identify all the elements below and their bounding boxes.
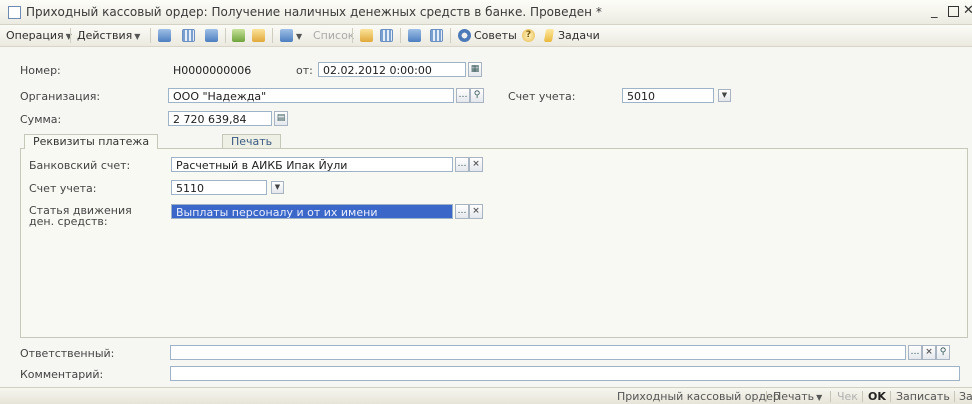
tips-icon	[458, 29, 471, 42]
account-label: Счет учета:	[508, 90, 576, 103]
post-document-icon[interactable]	[158, 29, 171, 42]
bank-account-label: Банковский счет:	[29, 159, 131, 172]
comment-field[interactable]	[170, 366, 960, 381]
number-field[interactable]: Н0000000006	[168, 62, 290, 77]
tab-payment-details[interactable]: Реквизиты платежа	[24, 134, 159, 149]
list-icon[interactable]	[430, 29, 443, 42]
operations-menu[interactable]: Операция ▼	[6, 29, 72, 42]
command-bar: Приходный кассовый ордер Печать ▼ Чек OK …	[0, 387, 972, 404]
close-button[interactable]: Закрыть	[959, 390, 972, 403]
go-icon[interactable]	[280, 29, 293, 42]
select-bank-account-button[interactable]: …	[455, 157, 469, 172]
select-cashflow-button[interactable]: …	[455, 204, 469, 219]
organization-label: Организация:	[20, 90, 101, 103]
account-field[interactable]: 5010	[622, 88, 714, 103]
open-organization-icon[interactable]: ⚲	[470, 88, 484, 103]
select-organization-button[interactable]: …	[456, 88, 470, 103]
form-settings-icon[interactable]	[408, 29, 421, 42]
check-button[interactable]: Чек	[837, 390, 858, 403]
clear-bank-account-icon[interactable]: ×	[469, 157, 483, 172]
select-responsible-button[interactable]: …	[908, 345, 922, 360]
bank-account-field[interactable]: Расчетный в АИКБ Ипак Йули	[171, 157, 453, 172]
movements-icon[interactable]	[182, 29, 195, 42]
tasks-icon	[543, 29, 555, 42]
date-field[interactable]: 02.02.2012 0:00:00	[318, 62, 466, 77]
sum-label: Сумма:	[20, 113, 62, 126]
toolbar: Операция ▼ Действия ▼ ▼ Список Советы ? За…	[0, 25, 972, 47]
actions-menu[interactable]: Действия ▼	[77, 29, 140, 42]
copy-icon[interactable]	[205, 29, 218, 42]
close-icon[interactable]: ✕	[963, 3, 972, 18]
title-bar: Приходный кассовый ордер: Получение нали…	[0, 0, 972, 25]
clear-responsible-icon[interactable]: ×	[922, 345, 936, 360]
structure-icon[interactable]	[232, 29, 245, 42]
tab-panel-payment-details: Банковский счет: Расчетный в АИКБ Ипак Й…	[20, 148, 968, 338]
responsible-field[interactable]	[170, 345, 906, 360]
sum-field[interactable]: 2 720 639,84	[168, 111, 272, 126]
open-responsible-icon[interactable]: ⚲	[936, 345, 950, 360]
print-menu-button[interactable]: Печать ▼	[773, 390, 822, 403]
document-window: Приходный кассовый ордер: Получение нали…	[0, 0, 972, 404]
report-icon[interactable]	[252, 29, 265, 42]
organization-field[interactable]: ООО "Надежда"	[168, 88, 454, 103]
tasks-button[interactable]: Задачи	[558, 29, 600, 42]
comment-label: Комментарий:	[20, 368, 104, 381]
dt-kt-icon[interactable]	[360, 29, 373, 42]
payment-account-field[interactable]: 5110	[171, 180, 267, 195]
calculator-icon[interactable]: ▤	[274, 111, 288, 126]
tips-button[interactable]: Советы	[474, 29, 517, 42]
payment-account-label: Счет учета:	[29, 182, 97, 195]
based-on-button[interactable]: Список	[313, 29, 354, 42]
help-icon[interactable]: ?	[522, 29, 535, 42]
date-label: от:	[296, 64, 313, 77]
ok-button[interactable]: OK	[868, 390, 886, 403]
calendar-icon[interactable]: ▦	[468, 62, 482, 77]
maximize-icon[interactable]	[948, 6, 959, 17]
print-document-button[interactable]: Приходный кассовый ордер	[617, 390, 780, 403]
number-label: Номер:	[20, 64, 61, 77]
document-icon	[8, 6, 21, 19]
journal-icon[interactable]	[380, 29, 393, 42]
cashflow-label: Статья движения ден. средств:	[29, 204, 132, 228]
account-dropdown-icon[interactable]: ▼	[718, 89, 731, 102]
save-button[interactable]: Записать	[896, 390, 950, 403]
tab-print[interactable]: Печать	[222, 134, 282, 148]
window-title: Приходный кассовый ордер: Получение нали…	[26, 5, 602, 19]
clear-cashflow-icon[interactable]: ×	[469, 204, 483, 219]
minimize-icon[interactable]: _	[931, 4, 938, 19]
cashflow-field[interactable]: Выплаты персоналу и от их имени	[171, 204, 453, 219]
payment-account-dropdown-icon[interactable]: ▼	[271, 181, 284, 194]
responsible-label: Ответственный:	[20, 347, 115, 360]
